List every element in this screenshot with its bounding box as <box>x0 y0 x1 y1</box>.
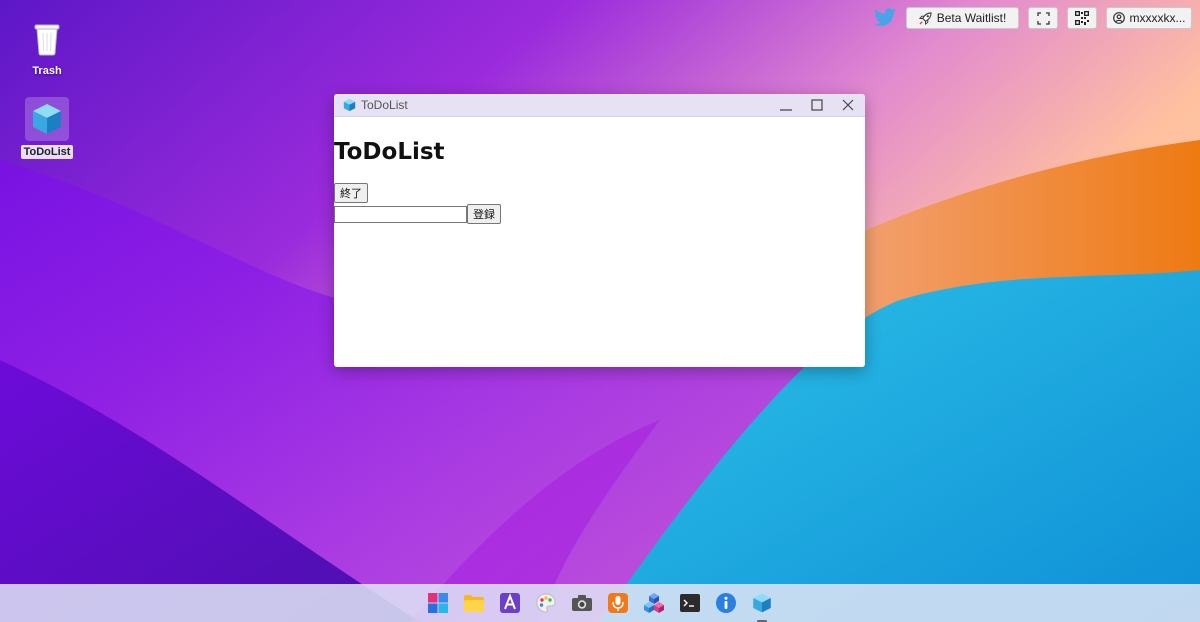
info-icon <box>716 593 736 613</box>
beta-waitlist-label: Beta Waitlist! <box>936 11 1007 25</box>
fullscreen-icon <box>1036 11 1050 25</box>
window-titlebar[interactable]: ToDoList <box>334 94 865 117</box>
font-icon <box>500 593 520 613</box>
taskbar-start[interactable] <box>427 592 449 614</box>
user-icon <box>1112 12 1125 24</box>
cube-icon <box>25 97 69 141</box>
cube-icon <box>753 593 771 613</box>
taskbar <box>0 584 1200 622</box>
microphone-icon <box>608 593 628 613</box>
user-account-button[interactable]: mxxxxkx... <box>1106 7 1192 29</box>
close-button[interactable] <box>836 95 859 115</box>
desktop-icon-label: Trash <box>32 65 62 77</box>
taskbar-paint[interactable] <box>535 592 557 614</box>
camera-icon <box>572 595 592 611</box>
quit-button[interactable]: 終了 <box>334 183 368 203</box>
beta-waitlist-button[interactable]: Beta Waitlist! <box>906 7 1019 29</box>
desktop-icon-todolist[interactable]: ToDoList <box>17 97 77 160</box>
window-content: ToDoList 終了 登録 <box>334 139 865 224</box>
maximize-icon <box>810 99 823 111</box>
start-icon <box>428 593 448 613</box>
todo-input[interactable] <box>334 205 467 223</box>
rocket-icon <box>918 11 932 25</box>
add-button[interactable]: 登録 <box>467 204 501 224</box>
qr-code-button[interactable] <box>1067 7 1097 29</box>
qr-code-icon <box>1075 11 1089 25</box>
taskbar-recorder[interactable] <box>607 592 629 614</box>
close-icon <box>842 99 853 111</box>
taskbar-boxes[interactable] <box>643 592 665 614</box>
desktop-icon-label: ToDoList <box>20 145 74 159</box>
taskbar-fonts[interactable] <box>499 592 521 614</box>
minimize-icon <box>779 109 792 111</box>
desktop-icon-trash[interactable]: Trash <box>17 16 77 79</box>
trash-icon <box>25 16 69 60</box>
folder-icon <box>464 595 484 612</box>
boxes-icon <box>644 593 664 613</box>
top-toolbar: Beta Waitlist! mxxxxkx... <box>873 7 1192 29</box>
taskbar-files[interactable] <box>463 592 485 614</box>
fullscreen-button[interactable] <box>1028 7 1058 29</box>
maximize-button[interactable] <box>805 95 828 115</box>
twitter-icon[interactable] <box>873 8 897 28</box>
window-title: ToDoList <box>361 98 408 112</box>
user-name-label: mxxxxkx... <box>1129 11 1186 25</box>
taskbar-terminal[interactable] <box>679 592 701 614</box>
page-heading: ToDoList <box>334 139 445 165</box>
taskbar-todolist[interactable] <box>751 592 773 622</box>
palette-icon <box>536 593 556 613</box>
todolist-window: ToDoList ToDoList 終了 登録 <box>334 94 865 367</box>
minimize-button[interactable] <box>774 95 797 115</box>
app-cube-icon <box>343 98 356 112</box>
terminal-icon <box>680 594 700 612</box>
taskbar-info[interactable] <box>715 592 737 614</box>
taskbar-camera[interactable] <box>571 592 593 614</box>
